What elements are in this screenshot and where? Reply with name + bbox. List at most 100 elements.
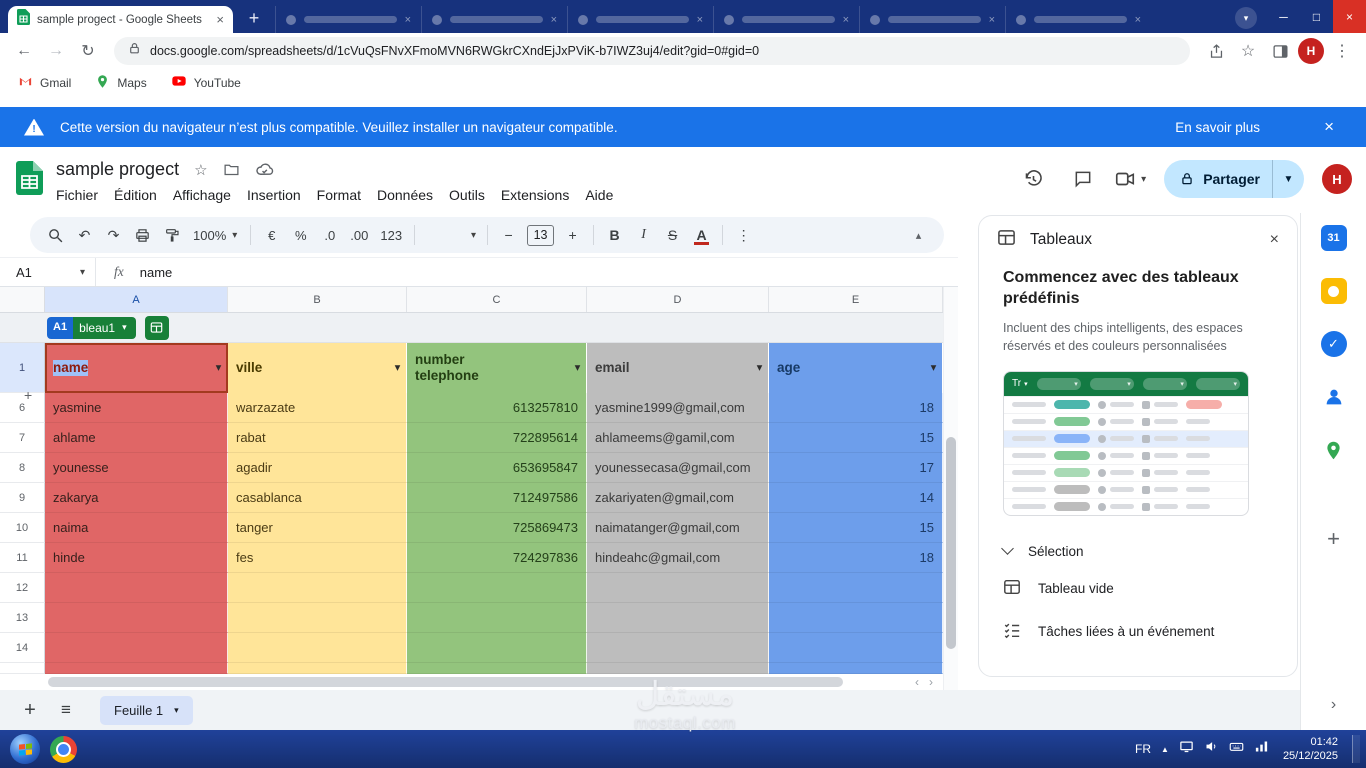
side-panel-icon[interactable] bbox=[1266, 37, 1294, 65]
table-header-email[interactable]: email▾ bbox=[587, 343, 769, 393]
version-history-icon[interactable] bbox=[1014, 160, 1052, 198]
menu-données[interactable]: Données bbox=[369, 185, 441, 205]
star-icon[interactable]: ☆ bbox=[194, 161, 207, 179]
tray-expand-icon[interactable]: ▲ bbox=[1161, 745, 1169, 754]
column-header-D[interactable]: D bbox=[587, 287, 769, 312]
column-header-E[interactable]: E bbox=[769, 287, 943, 312]
menu-affichage[interactable]: Affichage bbox=[165, 185, 239, 205]
browser-tab-inactive[interactable]: × bbox=[859, 6, 1005, 33]
cell[interactable] bbox=[769, 603, 943, 633]
cell[interactable]: zakariyaten@gmail,com bbox=[587, 483, 769, 513]
italic-button[interactable]: I bbox=[630, 222, 657, 249]
undo-icon[interactable]: ↶ bbox=[71, 222, 98, 249]
cell[interactable]: naima bbox=[45, 513, 228, 543]
volume-tray-icon[interactable] bbox=[1204, 739, 1219, 759]
network-tray-icon[interactable] bbox=[1254, 739, 1269, 759]
decrease-font-size-button[interactable]: − bbox=[495, 222, 522, 249]
cell[interactable]: younessecasa@gmail,com bbox=[587, 453, 769, 483]
column-dropdown-icon[interactable]: ▾ bbox=[216, 362, 221, 374]
bookmark-maps[interactable]: Maps bbox=[95, 74, 146, 92]
start-button[interactable] bbox=[10, 734, 40, 764]
cell[interactable]: 14 bbox=[769, 483, 943, 513]
share-caret-icon[interactable]: ▼ bbox=[1272, 160, 1304, 198]
site-lock-icon[interactable] bbox=[128, 42, 141, 60]
cell[interactable]: 613257810 bbox=[407, 393, 587, 423]
bold-button[interactable]: B bbox=[601, 222, 628, 249]
cell[interactable] bbox=[45, 573, 228, 603]
decrease-decimal-button[interactable]: .0 bbox=[316, 222, 343, 249]
maximize-icon[interactable]: □ bbox=[1300, 0, 1333, 33]
horizontal-scrollbar[interactable]: ‹› bbox=[0, 674, 943, 690]
zoom-select[interactable]: 100% ▾ bbox=[187, 228, 243, 243]
increase-font-size-button[interactable]: + bbox=[559, 222, 586, 249]
learn-more-link[interactable]: En savoir plus bbox=[1175, 120, 1260, 135]
tab-search-icon[interactable]: ▾ bbox=[1235, 7, 1257, 29]
cell[interactable]: yasmine1999@gmail,com bbox=[587, 393, 769, 423]
cell[interactable]: naimatanger@gmail,com bbox=[587, 513, 769, 543]
selection-section[interactable]: Sélection bbox=[1003, 536, 1273, 567]
cell[interactable] bbox=[769, 633, 943, 663]
maps-icon[interactable] bbox=[1321, 437, 1347, 463]
bookmark-youtube[interactable]: YouTube bbox=[171, 73, 241, 92]
increase-decimal-button[interactable]: .00 bbox=[345, 222, 373, 249]
account-avatar[interactable]: H bbox=[1322, 164, 1352, 194]
keep-icon[interactable] bbox=[1321, 278, 1347, 304]
table-menu-icon[interactable] bbox=[145, 316, 169, 340]
cell[interactable]: fes bbox=[228, 543, 407, 573]
keyboard-tray-icon[interactable] bbox=[1229, 739, 1244, 759]
table-header-name[interactable]: name▾ bbox=[45, 343, 228, 393]
cell[interactable]: 653695847 bbox=[407, 453, 587, 483]
vertical-scrollbar[interactable] bbox=[943, 287, 958, 690]
clock[interactable]: 01:42 25/12/2025 bbox=[1283, 735, 1338, 764]
menu-édition[interactable]: Édition bbox=[106, 185, 165, 205]
menu-format[interactable]: Format bbox=[309, 185, 369, 205]
cell[interactable]: ahlame bbox=[45, 423, 228, 453]
number-format-button[interactable]: 123 bbox=[375, 222, 407, 249]
more-toolbar-icon[interactable]: ⋮ bbox=[730, 222, 757, 249]
insert-row-icon[interactable]: + bbox=[24, 387, 32, 403]
row-header-8[interactable]: 8 bbox=[0, 453, 45, 483]
column-header-C[interactable]: C bbox=[407, 287, 587, 312]
add-sheet-icon[interactable]: + bbox=[14, 699, 46, 722]
browser-tab-active[interactable]: sample progect - Google Sheets × bbox=[8, 6, 233, 33]
browser-menu-icon[interactable]: ⋮ bbox=[1328, 37, 1356, 65]
move-folder-icon[interactable] bbox=[223, 161, 240, 178]
language-indicator[interactable]: FR bbox=[1135, 742, 1151, 756]
show-desktop-button[interactable] bbox=[1352, 735, 1360, 764]
cell[interactable]: 725869473 bbox=[407, 513, 587, 543]
comments-icon[interactable] bbox=[1064, 160, 1102, 198]
cell[interactable]: 712497586 bbox=[407, 483, 587, 513]
table-header-age[interactable]: age▾ bbox=[769, 343, 943, 393]
cell[interactable]: yasmine bbox=[45, 393, 228, 423]
panel-close-icon[interactable]: × bbox=[1270, 231, 1279, 249]
strikethrough-button[interactable]: S bbox=[659, 222, 686, 249]
share-page-icon[interactable] bbox=[1202, 37, 1230, 65]
column-header-B[interactable]: B bbox=[228, 287, 407, 312]
meet-button[interactable]: ▾ bbox=[1114, 168, 1146, 190]
cell[interactable] bbox=[587, 573, 769, 603]
sheet-tab-caret-icon[interactable]: ▾ bbox=[174, 705, 179, 716]
browser-tab-inactive[interactable]: × bbox=[1005, 6, 1151, 33]
contacts-icon[interactable] bbox=[1321, 384, 1347, 410]
browser-avatar[interactable]: H bbox=[1298, 38, 1324, 64]
forward-icon[interactable]: → bbox=[42, 37, 70, 65]
bookmark-star-icon[interactable]: ☆ bbox=[1234, 37, 1262, 65]
collapse-rail-icon[interactable]: › bbox=[1331, 696, 1336, 714]
menu-insertion[interactable]: Insertion bbox=[239, 185, 309, 205]
cell[interactable]: warzazate bbox=[228, 393, 407, 423]
menu-outils[interactable]: Outils bbox=[441, 185, 493, 205]
meet-caret-icon[interactable]: ▾ bbox=[1141, 174, 1146, 185]
minimize-icon[interactable]: ─ bbox=[1267, 0, 1300, 33]
column-dropdown-icon[interactable]: ▾ bbox=[757, 362, 762, 374]
add-addon-icon[interactable]: + bbox=[1327, 526, 1340, 552]
cell[interactable]: casablanca bbox=[228, 483, 407, 513]
row-header-1[interactable]: 1 bbox=[0, 343, 45, 393]
cell[interactable]: 18 bbox=[769, 393, 943, 423]
collapse-toolbar-icon[interactable]: ▴ bbox=[905, 222, 932, 249]
font-size-input[interactable]: 13 bbox=[527, 225, 554, 246]
tab-close-icon[interactable]: × bbox=[216, 12, 224, 27]
address-bar[interactable]: docs.google.com/spreadsheets/d/1cVuQsFNv… bbox=[114, 37, 1190, 65]
cell[interactable]: 724297836 bbox=[407, 543, 587, 573]
cell[interactable]: younesse bbox=[45, 453, 228, 483]
table-header-ville[interactable]: ville▾ bbox=[228, 343, 407, 393]
